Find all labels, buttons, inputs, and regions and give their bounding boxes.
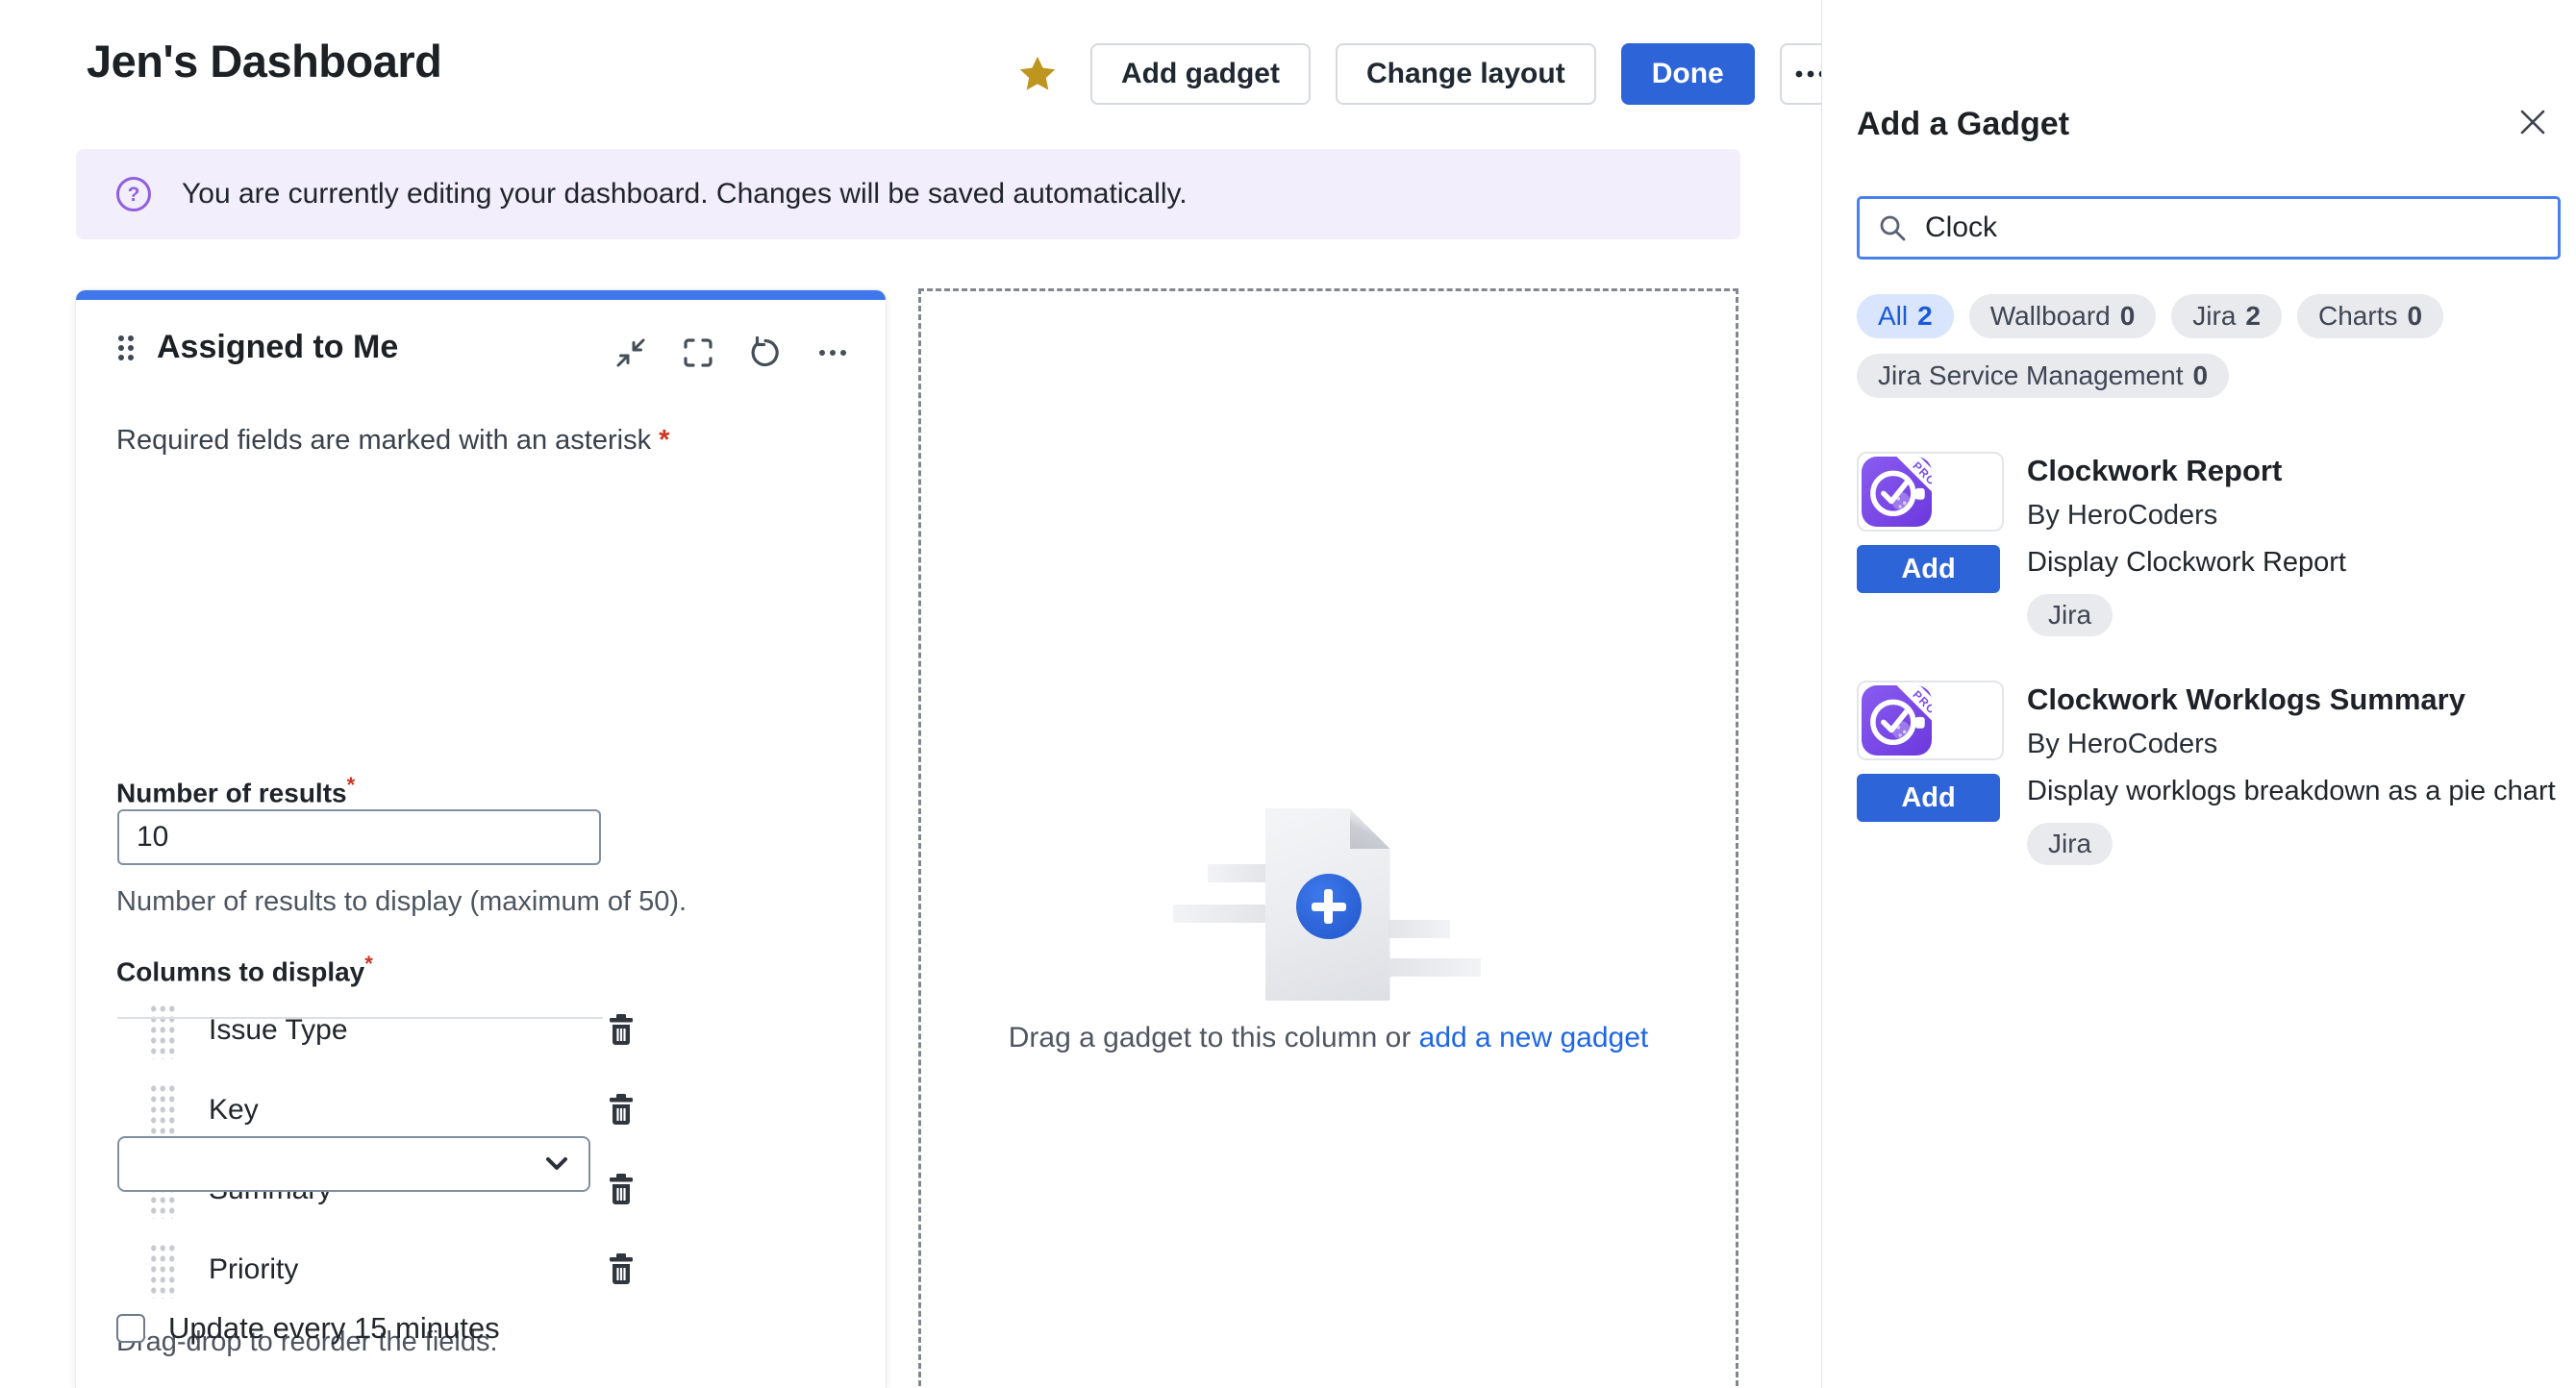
- row-drag-handle-icon[interactable]: [149, 1241, 176, 1299]
- gadget-drop-zone[interactable]: Drag a gadget to this column or add a ne…: [918, 288, 1738, 1388]
- label-text: Number of results: [116, 778, 347, 807]
- add-gadget-illustration: [1165, 805, 1492, 1006]
- chip-count: 0: [2120, 301, 2136, 332]
- trash-icon[interactable]: [607, 1014, 636, 1047]
- document-fold: [1350, 808, 1390, 849]
- gadget-search-input[interactable]: [1923, 211, 2540, 245]
- add-new-gadget-link[interactable]: add a new gadget: [1419, 1022, 1649, 1053]
- gadget-filter-chips: All 2 Wallboard 0 Jira 2 Charts 0 Jira Servi…: [1857, 294, 2539, 398]
- drop-zone-text-before: Drag a gadget to this column or: [1009, 1022, 1419, 1053]
- required-note: Required fields are marked with an aster…: [116, 425, 669, 457]
- clockwork-app-icon: PRO: [1862, 457, 1932, 527]
- drag-handle-icon[interactable]: [116, 333, 136, 363]
- required-asterisk: *: [364, 952, 373, 976]
- refresh-icon[interactable]: [747, 335, 784, 371]
- drop-zone-text: Drag a gadget to this column or add a ne…: [921, 1022, 1736, 1054]
- add-gadget-sidebar: Add a Gadget All 2 Wallboard 0 Jira 2 Chart…: [1821, 0, 2576, 1388]
- number-of-results-helper: Number of results to display (maximum of…: [116, 886, 687, 918]
- speed-line: [1208, 864, 1267, 882]
- gadget-card-clockwork-report: PRO Add Clockwork Report By HeroCoders D…: [1857, 452, 2561, 636]
- chip-label: Jira Service Management: [1878, 360, 2183, 391]
- gadget-author: By HeroCoders: [2027, 729, 2561, 760]
- column-label: Key: [209, 1094, 607, 1127]
- gadget-name: Clockwork Worklogs Summary: [2027, 682, 2561, 717]
- chip-label: All: [1878, 301, 1908, 332]
- panel-accent-bar: [76, 290, 886, 300]
- speed-line: [1173, 905, 1267, 923]
- row-drag-handle-icon[interactable]: [149, 1002, 176, 1059]
- banner-text: You are currently editing your dashboard…: [182, 178, 1188, 211]
- gadget-tag-jira: Jira: [2027, 823, 2113, 865]
- dashboard-edit-page: Jen's Dashboard Add gadget Change layout…: [0, 0, 2576, 1388]
- required-note-text: Required fields are marked with an aster…: [116, 425, 651, 456]
- plus-circle-icon: [1296, 874, 1362, 939]
- done-button[interactable]: Done: [1621, 43, 1755, 105]
- filter-chip-wallboard[interactable]: Wallboard 0: [1969, 294, 2157, 338]
- collapse-icon[interactable]: [613, 335, 649, 371]
- assigned-to-me-gadget-panel: Assigned to Me: [76, 290, 886, 1388]
- gadget-card-clockwork-worklogs-summary: PRO Add Clockwork Worklogs Summary By He…: [1857, 681, 2561, 865]
- gadget-tag-jira: Jira: [2027, 594, 2113, 636]
- panel-header: Assigned to Me: [116, 329, 398, 366]
- question-icon: ?: [114, 175, 153, 213]
- close-icon[interactable]: [2511, 100, 2555, 144]
- svg-text:?: ?: [128, 184, 140, 206]
- required-asterisk: *: [347, 773, 356, 797]
- column-row[interactable]: Issue Type: [116, 990, 645, 1070]
- label-text: Columns to display: [116, 956, 364, 986]
- gadget-search-box: [1857, 196, 2561, 260]
- speed-line: [1388, 958, 1481, 977]
- columns-to-display-label: Columns to display*: [116, 952, 373, 987]
- chip-count: 0: [2192, 360, 2208, 391]
- trash-icon[interactable]: [607, 1094, 636, 1127]
- auto-refresh-row: Update every 15 minutes: [116, 1311, 500, 1346]
- sidebar-title: Add a Gadget: [1857, 106, 2069, 143]
- header-actions: Add gadget Change layout Done: [1015, 43, 1841, 105]
- filter-chip-jira-service-management[interactable]: Jira Service Management 0: [1857, 354, 2229, 398]
- trash-icon[interactable]: [607, 1174, 636, 1206]
- gadget-name: Clockwork Report: [2027, 454, 2561, 488]
- column-row[interactable]: Priority: [116, 1229, 645, 1309]
- change-layout-button[interactable]: Change layout: [1336, 43, 1596, 105]
- favorite-star-icon[interactable]: [1015, 52, 1060, 96]
- gadget-description: Display worklogs breakdown as a pie char…: [2027, 776, 2561, 807]
- gadget-icon-box: PRO: [1857, 681, 2004, 760]
- chip-count: 0: [2407, 301, 2422, 332]
- column-label: Priority: [209, 1253, 607, 1286]
- chip-label: Wallboard: [1990, 301, 2111, 332]
- chip-label: Charts: [2318, 301, 2397, 332]
- gadget-more-icon[interactable]: [814, 335, 851, 371]
- auto-refresh-checkbox[interactable]: [116, 1314, 145, 1343]
- chip-label: Jira: [2192, 301, 2236, 332]
- filter-chip-jira[interactable]: Jira 2: [2171, 294, 2282, 338]
- filter-chip-charts[interactable]: Charts 0: [2297, 294, 2443, 338]
- row-drag-handle-icon[interactable]: [149, 1081, 176, 1139]
- add-clockwork-report-button[interactable]: Add: [1857, 545, 2000, 593]
- number-of-results-label: Number of results*: [116, 773, 355, 808]
- trash-icon[interactable]: [607, 1253, 636, 1286]
- gadget-title: Assigned to Me: [157, 329, 398, 366]
- editing-banner: ? You are currently editing your dashboa…: [76, 149, 1740, 239]
- gadget-author: By HeroCoders: [2027, 500, 2561, 532]
- list-divider: [117, 1017, 603, 1019]
- gadget-icon-box: PRO: [1857, 452, 2004, 532]
- maximize-icon[interactable]: [680, 335, 716, 371]
- panel-toolbar: [613, 335, 851, 371]
- speed-line: [1388, 920, 1450, 938]
- chip-count: 2: [2245, 301, 2261, 332]
- add-clockwork-worklogs-summary-button[interactable]: Add: [1857, 774, 2000, 822]
- number-of-results-input[interactable]: [117, 809, 601, 865]
- chevron-down-icon: [544, 1155, 569, 1173]
- page-title: Jen's Dashboard: [87, 35, 441, 87]
- clockwork-app-icon: PRO: [1862, 685, 1932, 756]
- required-asterisk: *: [659, 425, 669, 456]
- gadget-description: Display Clockwork Report: [2027, 547, 2561, 579]
- search-icon: [1877, 212, 1908, 243]
- filter-chip-all[interactable]: All 2: [1857, 294, 1954, 338]
- add-columns-select[interactable]: [117, 1136, 590, 1192]
- chip-count: 2: [1917, 301, 1933, 332]
- auto-refresh-checkbox-label: Update every 15 minutes: [168, 1311, 500, 1346]
- add-gadget-button[interactable]: Add gadget: [1090, 43, 1311, 105]
